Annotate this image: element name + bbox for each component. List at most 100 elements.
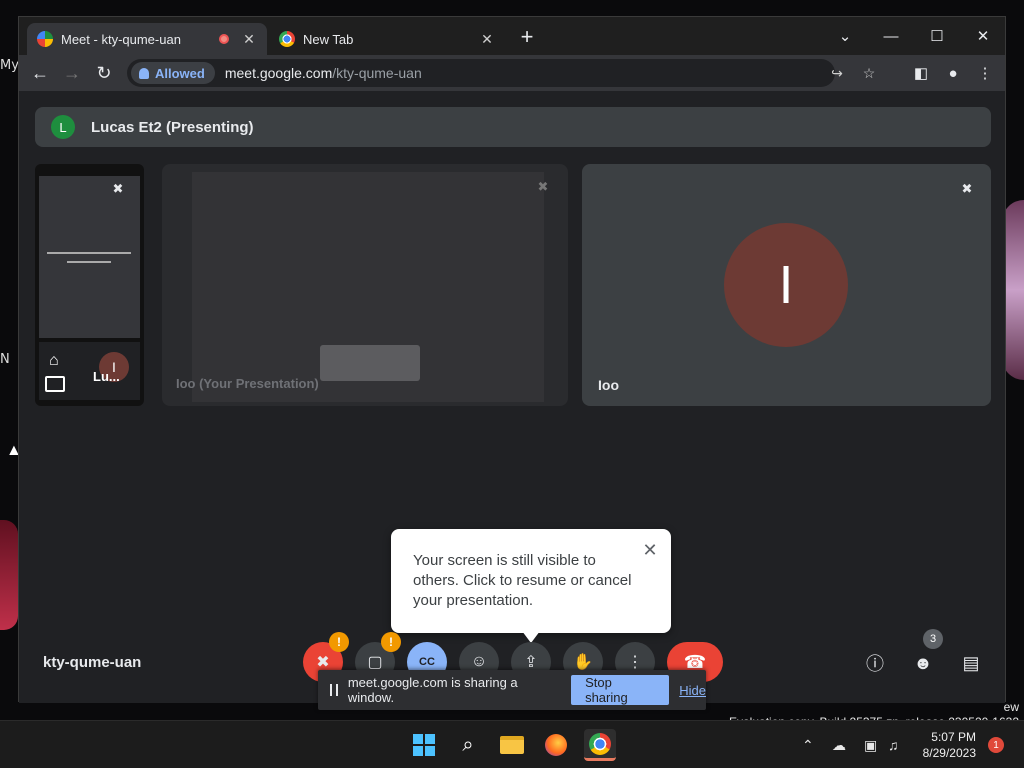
chrome-taskbar-button[interactable] <box>584 729 616 761</box>
chevron-up-icon: ⌃ <box>802 736 814 753</box>
phone-screen <box>39 176 140 338</box>
url-text[interactable]: meet.google.com/kty-qume-uan <box>225 65 422 81</box>
tab-meet[interactable]: Meet - kty-qume-uan ✕ <box>27 23 267 55</box>
url-host: meet.google.com <box>224 65 333 81</box>
participant-tile[interactable]: ✖ I Ioo <box>582 164 991 406</box>
people-button[interactable]: ☻ <box>910 650 936 676</box>
back-button[interactable]: ← <box>27 61 53 85</box>
forward-button[interactable]: → <box>59 61 85 85</box>
new-tab-button[interactable]: + <box>515 25 539 49</box>
tab-new-tab[interactable]: New Tab ✕ <box>269 23 505 55</box>
tab-search-chevron-icon[interactable]: ⌄ <box>825 23 865 49</box>
meeting-details-button[interactable]: ⓘ <box>862 650 888 676</box>
hand-icon: ✋ <box>573 654 593 671</box>
screen-sharing-bar: meet.google.com is sharing a window. Sto… <box>318 670 706 710</box>
bell-icon <box>139 67 149 79</box>
mic-warning-badge: ! <box>329 632 349 652</box>
pin-icon[interactable]: ⌂ <box>49 352 59 370</box>
avatar: I <box>724 223 848 347</box>
meeting-code: kty-qume-uan <box>43 654 142 671</box>
participant-name-truncated: Lu... <box>93 369 120 384</box>
google-meet-icon <box>37 31 53 47</box>
search-button[interactable]: ⌕ <box>452 729 484 761</box>
notification-badge[interactable]: 1 <box>988 737 1004 753</box>
mic-off-icon: ✖ <box>961 181 973 196</box>
taskbar: ⌕ ⌃ ☁ ▣ ♫ 5:07 PM 8/29/2023 1 <box>0 720 1024 768</box>
chat-icon: ▤ <box>962 652 980 673</box>
avatar: L <box>51 115 75 139</box>
browser-window: Meet - kty-qume-uan ✕ New Tab ✕ + ⌄ — ☐ … <box>18 16 1006 703</box>
more-vert-icon: ⋮ <box>627 654 643 671</box>
hide-link[interactable]: Hide <box>679 683 706 698</box>
side-panel-icon[interactable]: ◧ <box>909 61 933 85</box>
people-icon: ☻ <box>913 652 933 673</box>
presentation-tile-phone[interactable]: ✖ ⌂ I Lu... <box>35 164 144 406</box>
mic-off-icon: ✖ <box>537 179 549 194</box>
tooltip-text: Your screen is still visible to others. … <box>413 552 632 609</box>
windows-logo-icon <box>413 734 435 756</box>
people-count-badge: 3 <box>923 629 943 649</box>
permission-chip-label: Allowed <box>155 65 205 81</box>
participant-name: Ioo <box>598 377 619 393</box>
address-bar[interactable]: Allowed meet.google.com/kty-qume-uan ↪ ☆ <box>127 59 875 87</box>
firefox-button[interactable] <box>540 729 572 761</box>
file-explorer-button[interactable] <box>496 729 528 761</box>
camera-off-icon: ▢ <box>367 654 383 671</box>
folder-icon <box>500 736 524 754</box>
minimize-button[interactable]: — <box>871 23 911 49</box>
phone-text-line <box>67 261 111 263</box>
system-clock[interactable]: 5:07 PM 8/29/2023 <box>912 729 976 761</box>
present-screen-icon <box>45 376 65 392</box>
drag-handle-icon[interactable] <box>330 684 338 696</box>
chrome-icon <box>279 31 295 47</box>
presentation-tooltip: Your screen is still visible to others. … <box>391 529 671 643</box>
clock-time: 5:07 PM <box>931 730 976 744</box>
url-path: /kty-qume-uan <box>332 65 422 81</box>
meet-content: L Lucas Et2 (Presenting) ✖ ⌂ I Lu... ✖ I… <box>19 91 1005 703</box>
share-icon[interactable]: ↪ <box>827 63 847 83</box>
permission-chip[interactable]: Allowed <box>131 62 215 84</box>
chrome-icon <box>589 732 611 755</box>
desktop-icon-label-n: N <box>0 352 10 367</box>
wallpaper-decoration-left <box>0 520 18 630</box>
network-icon[interactable]: ▣ <box>864 735 877 755</box>
start-button[interactable] <box>408 729 440 761</box>
camera-warning-badge: ! <box>381 632 401 652</box>
search-icon: ⌕ <box>462 733 474 756</box>
presentation-preview-tooltip <box>320 345 420 381</box>
close-window-button[interactable]: ✕ <box>963 23 1003 49</box>
sharing-message: meet.google.com is sharing a window. <box>347 675 518 705</box>
close-tab-icon[interactable]: ✕ <box>479 31 495 48</box>
mic-off-icon: ✖ <box>112 181 124 196</box>
close-icon[interactable]: ✕ <box>639 539 661 561</box>
onedrive-icon[interactable]: ☁ <box>832 735 846 755</box>
close-tab-icon[interactable]: ✕ <box>241 31 257 48</box>
chat-button[interactable]: ▤ <box>958 650 984 676</box>
tab-title: Meet - kty-qume-uan <box>61 31 181 47</box>
clock-date: 8/29/2023 <box>922 746 976 760</box>
stop-sharing-button[interactable]: Stop sharing <box>571 675 670 705</box>
info-icon: ⓘ <box>866 654 884 674</box>
presentation-label: Ioo (Your Presentation) <box>176 376 319 391</box>
presentation-tile[interactable]: ✖ Ioo (Your Presentation) <box>162 164 568 406</box>
menu-kebab-icon[interactable]: ⋮ <box>973 61 997 85</box>
show-hidden-icons-button[interactable]: ⌃ <box>802 735 814 755</box>
title-bar: Meet - kty-qume-uan ✕ New Tab ✕ + ⌄ — ☐ … <box>19 17 1005 55</box>
maximize-button[interactable]: ☐ <box>917 23 957 49</box>
bookmark-star-icon[interactable]: ☆ <box>859 63 879 83</box>
volume-icon[interactable]: ♫ <box>888 735 899 755</box>
browser-toolbar: ← → ↻ Allowed meet.google.com/kty-qume-u… <box>19 55 1005 91</box>
profile-icon[interactable]: ● <box>941 61 965 85</box>
reload-button[interactable]: ↻ <box>91 61 117 85</box>
closed-captions-icon: CC <box>419 656 435 668</box>
firefox-icon <box>545 734 567 756</box>
present-screen-icon: ⇪ <box>524 654 538 671</box>
tab-title: New Tab <box>303 31 354 47</box>
recording-indicator-icon <box>219 34 229 44</box>
presenter-label: Lucas Et2 (Presenting) <box>91 118 254 136</box>
emoji-icon: ☺ <box>470 653 488 670</box>
desktop-icon-label-my: My <box>0 58 19 73</box>
mic-off-icon: ✖ <box>316 654 330 671</box>
phone-text-line <box>47 252 131 254</box>
presenter-banner[interactable]: L Lucas Et2 (Presenting) <box>35 107 991 147</box>
